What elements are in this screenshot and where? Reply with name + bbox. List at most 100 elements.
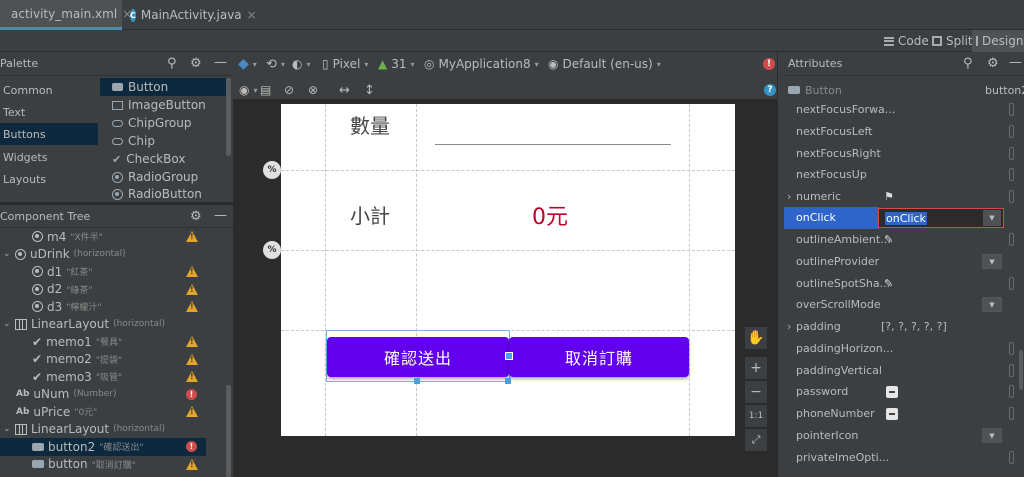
- eyedropper-icon[interactable]: ✎: [884, 277, 893, 290]
- gear-icon[interactable]: ⚙: [987, 56, 999, 71]
- tree-row-button[interactable]: button "取消訂購": [0, 456, 206, 474]
- attr-row-outlinespotshadow[interactable]: outlineSpotSha... ✎: [784, 273, 1024, 295]
- close-icon[interactable]: ×: [247, 8, 257, 22]
- palette-category-common[interactable]: Common: [0, 79, 98, 101]
- attr-row-password[interactable]: password: [784, 381, 1024, 403]
- attr-edit-box[interactable]: [1009, 277, 1014, 291]
- minimize-icon[interactable]: —: [214, 208, 227, 223]
- palette-category-widgets[interactable]: Widgets: [0, 146, 98, 168]
- gear-icon[interactable]: ⚙: [190, 56, 202, 71]
- api-level-selector[interactable]: ▲ 31 ▾: [378, 52, 415, 76]
- clear-constraints-button[interactable]: ⊗: [308, 78, 318, 102]
- warning-icon[interactable]: [186, 458, 198, 470]
- chevron-down-icon[interactable]: ⌄: [3, 424, 11, 434]
- attr-edit-box[interactable]: [1009, 190, 1014, 204]
- attr-edit-box[interactable]: [1009, 103, 1014, 117]
- confirm-button[interactable]: 確認送出: [327, 337, 509, 377]
- attr-row-privateimeoptions[interactable]: privateImeOpti...: [784, 447, 1024, 469]
- attr-row-nextfocusleft[interactable]: nextFocusLeft: [784, 121, 1024, 143]
- error-icon[interactable]: !: [186, 441, 197, 452]
- warning-icon[interactable]: [186, 301, 198, 312]
- dropdown-arrow-icon[interactable]: ▼: [982, 254, 1002, 270]
- attr-row-pointericon[interactable]: pointerIcon ▼: [784, 425, 1024, 447]
- tree-row-d1[interactable]: d1 "紅茶": [0, 263, 206, 281]
- palette-category-buttons[interactable]: Buttons: [0, 123, 98, 145]
- dropdown-arrow-icon[interactable]: ▼: [982, 297, 1002, 313]
- attr-row-numeric[interactable]: › numeric ⚑: [784, 186, 1024, 208]
- layout-guide-button[interactable]: ▤: [260, 78, 271, 102]
- locale-selector[interactable]: ◉ Default (en-us) ▾: [548, 52, 661, 76]
- palette-category-text[interactable]: Text: [0, 101, 98, 123]
- palette-item-radiobutton[interactable]: RadioButton: [100, 186, 226, 202]
- horizontal-resize-button[interactable]: ↔: [339, 78, 350, 102]
- zoom-to-fit-icon[interactable]: ⤢: [745, 429, 767, 451]
- code-mode-button[interactable]: Code: [884, 30, 929, 52]
- warning-icon[interactable]: [186, 231, 198, 242]
- palette-category-layouts[interactable]: Layouts: [0, 168, 98, 190]
- gear-icon[interactable]: ⚙: [190, 209, 202, 224]
- zoom-actual-size-button[interactable]: 1:1: [745, 405, 767, 427]
- quantity-input[interactable]: [435, 144, 671, 145]
- warning-icon[interactable]: [186, 371, 198, 382]
- attr-edit-box[interactable]: [1009, 364, 1014, 378]
- chevron-right-icon[interactable]: ›: [787, 190, 791, 203]
- resize-handle[interactable]: [505, 378, 511, 384]
- attr-row-nextfocusright[interactable]: nextFocusRight: [784, 143, 1024, 165]
- tree-row-memo3[interactable]: ✔ memo3 "吸管": [0, 368, 206, 386]
- resize-handle[interactable]: [505, 352, 513, 360]
- onclick-input[interactable]: onClick ▼: [878, 208, 1004, 228]
- attr-row-nextfocusup[interactable]: nextFocusUp: [784, 164, 1024, 186]
- resize-handle[interactable]: [414, 378, 420, 384]
- tree-row-linearlayout-2[interactable]: ⌄ LinearLayout (horizontal): [0, 421, 206, 439]
- dropdown-arrow-icon[interactable]: ▼: [983, 210, 1001, 226]
- zoom-in-button[interactable]: +: [745, 357, 767, 379]
- attr-edit-box[interactable]: [1009, 385, 1014, 399]
- percent-guideline-marker[interactable]: %: [263, 161, 281, 179]
- attr-row-onclick[interactable]: onClick: [784, 207, 879, 229]
- zoom-out-button[interactable]: −: [745, 381, 767, 403]
- night-mode-button[interactable]: ◐ ▾: [292, 52, 311, 76]
- design-mode-button[interactable]: Design: [972, 30, 1024, 52]
- autoconnect-button[interactable]: ⊘: [284, 78, 294, 102]
- tree-row-button2[interactable]: button2 "確認送出"!: [0, 438, 206, 456]
- minus-toggle-icon[interactable]: [886, 407, 898, 420]
- warning-icon[interactable]: [186, 406, 198, 417]
- warning-icon[interactable]: [186, 353, 198, 365]
- warning-icon[interactable]: [186, 266, 198, 277]
- attr-edit-box[interactable]: [1009, 407, 1014, 421]
- warning-icon[interactable]: [186, 283, 198, 295]
- split-mode-button[interactable]: Split: [932, 30, 973, 52]
- attr-edit-box[interactable]: [1009, 147, 1014, 161]
- minimize-icon[interactable]: —: [1009, 55, 1022, 70]
- palette-item-button[interactable]: Button: [100, 78, 226, 96]
- tree-row-d3[interactable]: d3 "檸檬汁": [0, 298, 206, 316]
- view-options-button[interactable]: ◉ ▾: [239, 78, 258, 102]
- palette-item-checkbox[interactable]: ✔ CheckBox: [100, 150, 226, 168]
- minimize-icon[interactable]: —: [214, 55, 227, 70]
- chevron-down-icon[interactable]: ⌄: [3, 249, 11, 259]
- orientation-button[interactable]: ⟲ ▾: [266, 52, 285, 76]
- minus-toggle-icon[interactable]: [886, 385, 898, 398]
- error-icon[interactable]: !: [186, 388, 197, 400]
- search-icon[interactable]: ⚲: [167, 56, 177, 71]
- palette-item-imagebutton[interactable]: ImageButton: [100, 96, 226, 114]
- attr-row-nextfocusforward[interactable]: nextFocusForwa...: [784, 99, 1024, 121]
- design-surface-button[interactable]: ◆ ▾: [238, 52, 257, 76]
- tree-row-memo2[interactable]: ✔ memo2 "提袋": [0, 351, 206, 369]
- palette-item-radiogroup[interactable]: RadioGroup: [100, 168, 226, 186]
- attributes-scrollbar[interactable]: [1019, 350, 1023, 390]
- attr-row-phonenumber[interactable]: phoneNumber: [784, 403, 1024, 425]
- eyedropper-icon[interactable]: ✎: [884, 233, 893, 246]
- attr-edit-box[interactable]: [1009, 125, 1014, 139]
- attr-edit-box[interactable]: [1009, 342, 1014, 356]
- attr-row-outlineprovider[interactable]: outlineProvider ▼: [784, 251, 1024, 273]
- palette-item-chipgroup[interactable]: ChipGroup: [100, 114, 226, 132]
- tree-row-uprice[interactable]: Ab uPrice "0元": [0, 403, 206, 421]
- help-icon[interactable]: ?: [764, 84, 776, 96]
- warning-icon[interactable]: [186, 336, 198, 347]
- vertical-resize-button[interactable]: ↕: [364, 78, 375, 102]
- tree-row-linearlayout[interactable]: ⌄ LinearLayout (horizontal): [0, 316, 206, 334]
- attr-row-paddinghorizontal[interactable]: paddingHorizon...: [784, 338, 1024, 360]
- layout-preview[interactable]: 數量 小計 0元 確認送出 取消訂購: [281, 104, 735, 436]
- tree-row-udrink[interactable]: ⌄ uDrink (horizontal): [0, 246, 206, 264]
